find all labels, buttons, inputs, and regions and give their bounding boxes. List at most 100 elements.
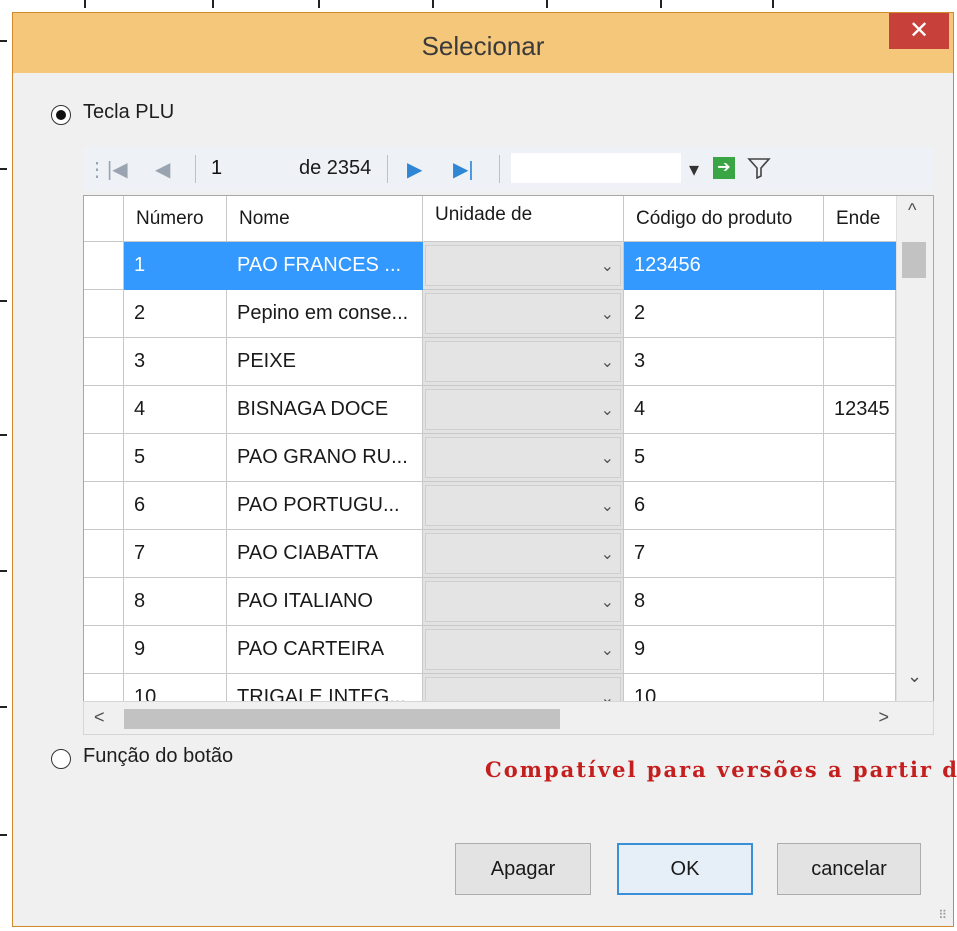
column-header-unidade[interactable]: Unidade de bbox=[423, 196, 624, 242]
cell-end[interactable] bbox=[824, 578, 896, 626]
unit-combo-cell[interactable]: ⌄ bbox=[423, 290, 624, 338]
cell-code[interactable]: 123456 bbox=[624, 242, 824, 290]
chevron-down-icon[interactable]: ⌄ bbox=[601, 640, 614, 660]
unit-combo-cell[interactable]: ⌄ bbox=[423, 386, 624, 434]
cell-name[interactable]: PAO CIABATTA bbox=[227, 530, 423, 578]
cell-code[interactable]: 5 bbox=[624, 434, 824, 482]
cell-num[interactable]: 3 bbox=[124, 338, 227, 386]
chevron-down-icon[interactable]: ⌄ bbox=[601, 544, 614, 564]
row-header[interactable] bbox=[84, 482, 124, 530]
next-page-icon[interactable]: ▶ bbox=[407, 157, 422, 182]
row-header[interactable] bbox=[84, 338, 124, 386]
cell-end[interactable] bbox=[824, 530, 896, 578]
cell-num[interactable]: 4 bbox=[124, 386, 227, 434]
cancel-button[interactable]: cancelar bbox=[777, 843, 921, 895]
cell-name[interactable]: PAO ITALIANO bbox=[227, 578, 423, 626]
column-header-codigo[interactable]: Código do produto bbox=[624, 196, 824, 242]
scroll-left-icon[interactable]: < bbox=[94, 707, 105, 728]
function-radio[interactable] bbox=[51, 749, 71, 769]
row-header[interactable] bbox=[84, 242, 124, 290]
cell-code[interactable]: 3 bbox=[624, 338, 824, 386]
column-header-nome[interactable]: Nome bbox=[227, 196, 423, 242]
title-bar[interactable]: Selecionar ✕ bbox=[13, 13, 953, 73]
cell-num[interactable]: 8 bbox=[124, 578, 227, 626]
column-header-endereco[interactable]: Ende bbox=[824, 196, 896, 242]
filter-text-box[interactable] bbox=[511, 153, 681, 183]
table-row[interactable]: 7 PAO CIABATTA ⌄ 7 bbox=[84, 530, 896, 578]
cell-code[interactable]: 4 bbox=[624, 386, 824, 434]
last-page-icon[interactable]: ▶| bbox=[453, 157, 474, 182]
table-row[interactable]: 8 PAO ITALIANO ⌄ 8 bbox=[84, 578, 896, 626]
vertical-scroll-thumb[interactable] bbox=[902, 242, 926, 278]
chevron-down-icon[interactable]: ⌄ bbox=[601, 400, 614, 420]
unit-combo-box[interactable]: ⌄ bbox=[425, 533, 621, 574]
chevron-down-icon[interactable]: ⌄ bbox=[601, 352, 614, 372]
first-page-icon[interactable]: |◀ bbox=[107, 157, 128, 182]
cell-end[interactable] bbox=[824, 434, 896, 482]
unit-combo-box[interactable]: ⌄ bbox=[425, 485, 621, 526]
function-radio-label[interactable]: Função do botão bbox=[83, 745, 233, 768]
row-header[interactable] bbox=[84, 530, 124, 578]
unit-combo-cell[interactable]: ⌄ bbox=[423, 434, 624, 482]
cell-name[interactable]: BISNAGA DOCE bbox=[227, 386, 423, 434]
row-header[interactable] bbox=[84, 434, 124, 482]
cell-num[interactable]: 1 bbox=[124, 242, 227, 290]
unit-combo-cell[interactable]: ⌄ bbox=[423, 578, 624, 626]
row-header[interactable] bbox=[84, 290, 124, 338]
cell-end[interactable] bbox=[824, 290, 896, 338]
chevron-down-icon[interactable]: ⌄ bbox=[601, 496, 614, 516]
table-row[interactable]: 6 PAO PORTUGU... ⌄ 6 bbox=[84, 482, 896, 530]
scroll-down-icon[interactable]: ⌄ bbox=[907, 666, 922, 687]
delete-button[interactable]: Apagar bbox=[455, 843, 591, 895]
table-row[interactable]: 3 PEIXE ⌄ 3 bbox=[84, 338, 896, 386]
table-row[interactable]: 5 PAO GRANO RU... ⌄ 5 bbox=[84, 434, 896, 482]
chevron-down-icon[interactable]: ⌄ bbox=[601, 304, 614, 324]
cell-end[interactable] bbox=[824, 626, 896, 674]
table-row[interactable]: 2 Pepino em conse... ⌄ 2 bbox=[84, 290, 896, 338]
cell-code[interactable]: 7 bbox=[624, 530, 824, 578]
table-row[interactable]: 9 PAO CARTEIRA ⌄ 9 bbox=[84, 626, 896, 674]
unit-combo-box[interactable]: ⌄ bbox=[425, 245, 621, 286]
chevron-down-icon[interactable]: ⌄ bbox=[601, 448, 614, 468]
column-header-numero[interactable]: Número bbox=[124, 196, 227, 242]
cell-name[interactable]: PEIXE bbox=[227, 338, 423, 386]
unit-combo-cell[interactable]: ⌄ bbox=[423, 482, 624, 530]
cell-num[interactable]: 5 bbox=[124, 434, 227, 482]
table-row[interactable]: 4 BISNAGA DOCE ⌄ 4 12345 bbox=[84, 386, 896, 434]
unit-combo-cell[interactable]: ⌄ bbox=[423, 626, 624, 674]
cell-name[interactable]: PAO FRANCES ... bbox=[227, 242, 423, 290]
cell-name[interactable]: PAO PORTUGU... bbox=[227, 482, 423, 530]
cell-num[interactable]: 2 bbox=[124, 290, 227, 338]
plu-radio-label[interactable]: Tecla PLU bbox=[83, 101, 174, 124]
plu-radio[interactable] bbox=[51, 105, 71, 125]
cell-name[interactable]: PAO CARTEIRA bbox=[227, 626, 423, 674]
chevron-down-icon[interactable]: ⌄ bbox=[601, 592, 614, 612]
unit-combo-box[interactable]: ⌄ bbox=[425, 581, 621, 622]
cell-num[interactable]: 9 bbox=[124, 626, 227, 674]
unit-combo-box[interactable]: ⌄ bbox=[425, 389, 621, 430]
filter-icon[interactable] bbox=[747, 157, 771, 180]
scroll-up-icon[interactable]: ^ bbox=[908, 200, 916, 221]
scroll-right-icon[interactable]: > bbox=[878, 707, 889, 728]
unit-combo-cell[interactable]: ⌄ bbox=[423, 338, 624, 386]
cell-num[interactable]: 7 bbox=[124, 530, 227, 578]
export-icon[interactable]: ➔ bbox=[713, 157, 735, 179]
row-header[interactable] bbox=[84, 386, 124, 434]
page-number-input[interactable] bbox=[209, 153, 281, 183]
cell-num[interactable]: 6 bbox=[124, 482, 227, 530]
prev-page-icon[interactable]: ◀ bbox=[155, 157, 170, 182]
cell-name[interactable]: PAO GRANO RU... bbox=[227, 434, 423, 482]
horizontal-scroll-thumb[interactable] bbox=[124, 709, 560, 729]
cell-end[interactable] bbox=[824, 482, 896, 530]
cell-code[interactable]: 6 bbox=[624, 482, 824, 530]
cell-code[interactable]: 9 bbox=[624, 626, 824, 674]
cell-end[interactable] bbox=[824, 242, 896, 290]
unit-combo-box[interactable]: ⌄ bbox=[425, 341, 621, 382]
chevron-down-icon[interactable]: ⌄ bbox=[601, 256, 614, 276]
toolbar-grip-icon[interactable]: ⋮ bbox=[87, 157, 107, 182]
unit-combo-box[interactable]: ⌄ bbox=[425, 629, 621, 670]
ok-button[interactable]: OK bbox=[617, 843, 753, 895]
horizontal-scrollbar[interactable]: < > bbox=[83, 701, 934, 735]
row-header[interactable] bbox=[84, 626, 124, 674]
cell-code[interactable]: 2 bbox=[624, 290, 824, 338]
